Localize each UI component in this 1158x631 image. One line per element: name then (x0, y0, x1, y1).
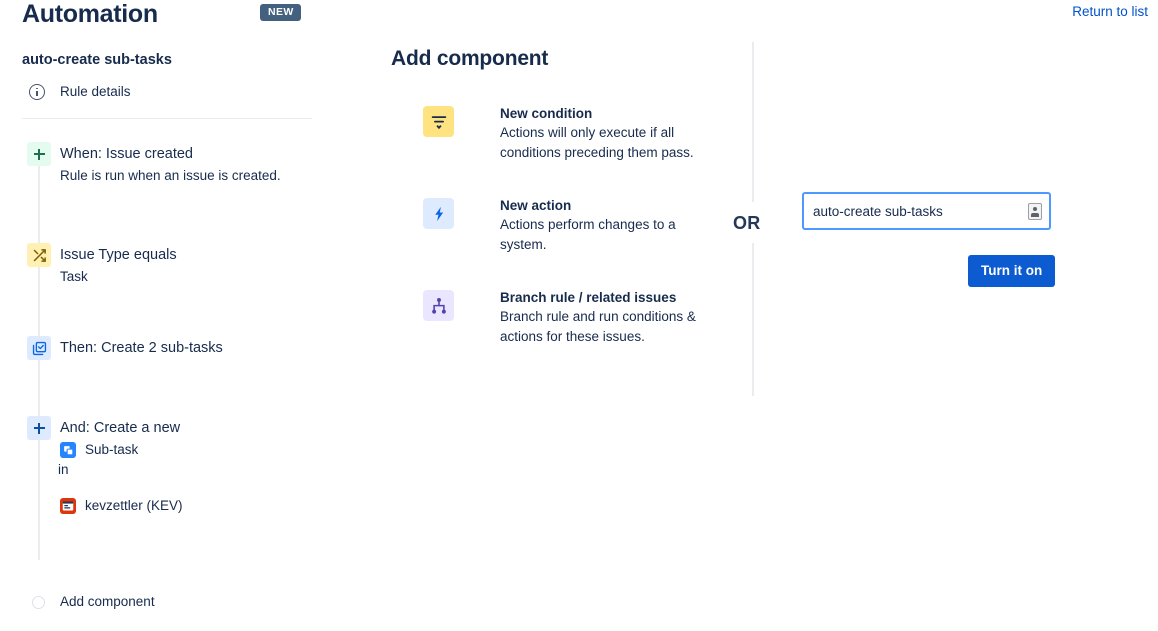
plus-icon[interactable] (27, 142, 51, 166)
sidebar-divider (22, 118, 312, 119)
project-board-icon (60, 498, 76, 514)
entity-issue-type: Sub-task (60, 441, 138, 459)
rule-step-title[interactable]: Then: Create 2 sub-tasks (60, 338, 223, 358)
rule-step-subtitle: Rule is run when an issue is created. (60, 166, 281, 185)
component-option-title: New action (500, 196, 715, 215)
info-circle-icon (29, 84, 45, 100)
sidebar-add-component-label[interactable]: Add component (60, 592, 155, 612)
component-option-title: Branch rule / related issues (500, 288, 715, 307)
rule-sidebar: auto-create sub-tasks Rule details When:… (0, 44, 335, 631)
component-option-title: New condition (500, 104, 715, 123)
rule-step-title[interactable]: Issue Type equals (60, 245, 177, 265)
component-option-description: Actions will only execute if all conditi… (500, 123, 715, 164)
page-title: Automation (22, 0, 158, 30)
entity-issue-type-label: Sub-task (85, 441, 138, 459)
rule-step-subtitle: Task (60, 267, 88, 286)
entity-project: kevzettler (KEV) (60, 497, 183, 515)
or-divider-label: OR (733, 212, 761, 234)
turn-it-on-button[interactable]: Turn it on (968, 255, 1055, 287)
rule-step-title[interactable]: When: Issue created (60, 144, 193, 164)
branch-hierarchy-icon (423, 290, 454, 321)
create-subtask-action-icon[interactable] (27, 336, 51, 360)
plus-icon[interactable] (27, 416, 51, 440)
new-badge: NEW (260, 4, 301, 21)
rule-details-item[interactable]: Rule details (29, 83, 131, 101)
panel-heading: Add component (391, 44, 548, 74)
rule-name-field-wrapper[interactable] (802, 192, 1051, 230)
component-option-description: Branch rule and run conditions & actions… (500, 307, 715, 348)
entity-connector-word: in (58, 461, 69, 479)
filter-funnel-icon (423, 106, 454, 137)
component-option-description: Actions perform changes to a system. (500, 215, 715, 256)
rule-name-input[interactable] (804, 194, 1049, 228)
autofill-card-icon[interactable] (1028, 203, 1042, 220)
return-to-list-link[interactable]: Return to list (1072, 4, 1148, 20)
rule-details-label: Rule details (60, 83, 131, 101)
or-divider-line-top (752, 42, 754, 202)
hollow-circle-icon (32, 596, 45, 609)
shuffle-condition-icon[interactable] (27, 243, 51, 267)
entity-project-label: kevzettler (KEV) (85, 497, 183, 515)
rule-name-heading: auto-create sub-tasks (22, 50, 172, 70)
rule-step-title[interactable]: And: Create a new (60, 418, 180, 438)
or-divider-line-bottom (752, 243, 754, 396)
subtask-icon (60, 442, 76, 458)
lightning-bolt-icon (423, 198, 454, 229)
